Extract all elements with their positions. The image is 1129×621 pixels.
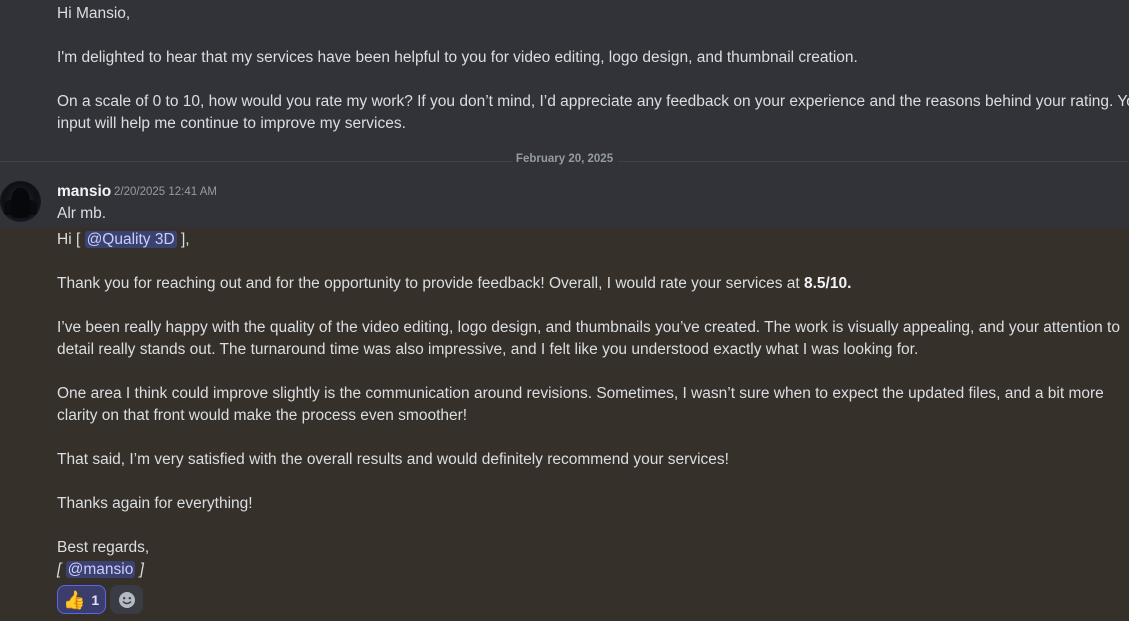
- signature-suffix: ]: [139, 561, 144, 578]
- message-text: clarity on that front would make the pro…: [57, 407, 468, 424]
- greeting-line: Hi [ @Quality 3D ],: [57, 229, 1119, 251]
- rating-line: Thank you for reaching out and for the o…: [57, 273, 1119, 295]
- signature-prefix: [: [57, 561, 62, 578]
- message-text: One area I think could improve slightly …: [57, 385, 1104, 402]
- reactions-bar: 👍 1: [57, 585, 144, 614]
- add-reaction-icon: [118, 591, 135, 608]
- date-divider-label: February 20, 2025: [511, 153, 618, 165]
- signature-line: [ @mansio ]: [57, 559, 1119, 581]
- timestamp[interactable]: 2/20/2025 12:41 AM: [114, 184, 217, 200]
- rating-value: 8.5/10.: [804, 275, 852, 292]
- avatar-head-icon: [11, 188, 30, 218]
- message-text: Thanks again for everything!: [57, 495, 253, 512]
- message-text: Hi Mansio,: [57, 5, 131, 22]
- thumbs-up-icon: 👍: [63, 589, 86, 610]
- avatar[interactable]: [0, 181, 41, 222]
- message-text: Best regards,: [57, 539, 150, 556]
- greeting-prefix: Hi [: [57, 231, 81, 248]
- rating-text: Thank you for reaching out and for the o…: [57, 275, 800, 292]
- user-mention[interactable]: @mansio: [65, 561, 136, 578]
- message-text: Alr mb.: [57, 205, 107, 222]
- greeting-suffix: ],: [180, 231, 190, 248]
- reaction-thumbs-up[interactable]: 👍 1: [57, 585, 107, 614]
- message-text: input will help me continue to improve m…: [57, 115, 406, 132]
- username[interactable]: mansio: [57, 181, 111, 203]
- message-text: That said, I’m very satisfied with the o…: [57, 451, 729, 468]
- message-text: I'm delighted to hear that my services h…: [57, 49, 858, 66]
- message-text: I’ve been really happy with the quality …: [57, 319, 1120, 336]
- message-text: On a scale of 0 to 10, how would you rat…: [57, 93, 1129, 110]
- message-text: detail really stands out. The turnaround…: [57, 341, 919, 358]
- reaction-count: 1: [91, 591, 100, 608]
- add-reaction-button[interactable]: [110, 585, 144, 614]
- user-mention[interactable]: @Quality 3D: [84, 231, 177, 248]
